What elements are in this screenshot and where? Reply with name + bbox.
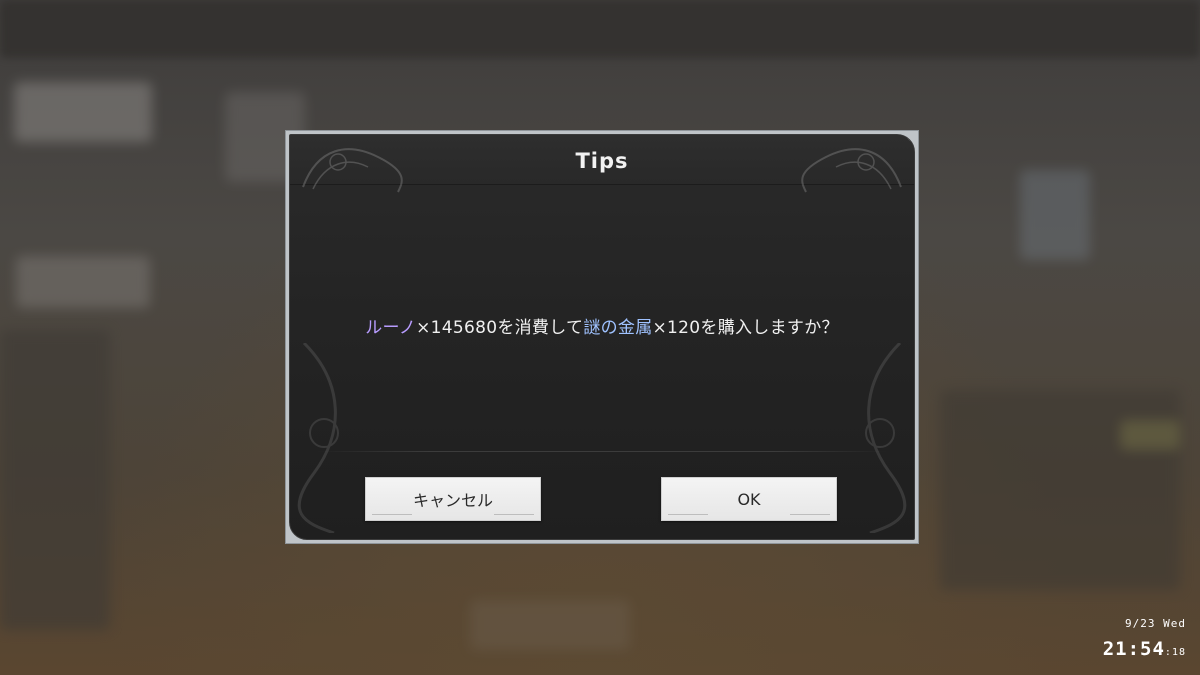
ornament-icon bbox=[865, 343, 907, 533]
message-text: ×120を購入しますか？ bbox=[652, 318, 839, 338]
clock-seconds-value: 18 bbox=[1171, 647, 1186, 658]
dialog-message: ルーノ×145680を消費して謎の金属×120を購入しますか？ bbox=[290, 313, 914, 338]
ok-button-label: OK bbox=[737, 489, 761, 509]
background-panel bbox=[0, 330, 110, 630]
cancel-button[interactable]: キャンセル bbox=[365, 477, 541, 521]
clock-seconds: :18 bbox=[1164, 647, 1186, 658]
background-panel bbox=[1020, 170, 1090, 260]
currency-name: ルーノ bbox=[365, 318, 417, 338]
background-panel bbox=[1120, 420, 1180, 450]
item-name: 謎の金属 bbox=[583, 318, 653, 338]
dialog-title-bar: Tips bbox=[290, 135, 914, 193]
dialog-body: Tips ルーノ×145680を消費して謎の金属×120を購入しますか？ キャン… bbox=[289, 134, 915, 540]
background-panel bbox=[470, 600, 630, 650]
ornament-icon bbox=[297, 343, 339, 533]
clock-hours-minutes: 21:54 bbox=[1102, 638, 1165, 660]
dialog-title: Tips bbox=[575, 149, 629, 173]
clock-date: 9/23 Wed bbox=[1125, 617, 1186, 630]
background-panel bbox=[14, 82, 152, 142]
divider bbox=[316, 451, 888, 452]
dialog-corner-accent bbox=[904, 135, 914, 145]
cancel-button-label: キャンセル bbox=[412, 491, 493, 510]
ok-button[interactable]: OK bbox=[661, 477, 837, 521]
clock-time: 21:54:18 bbox=[1103, 638, 1186, 660]
background-top-bar bbox=[0, 0, 1200, 58]
message-text: ×145680を消費して bbox=[416, 318, 584, 338]
background-panel bbox=[16, 256, 150, 308]
confirm-dialog: Tips ルーノ×145680を消費して謎の金属×120を購入しますか？ キャン… bbox=[285, 130, 919, 544]
